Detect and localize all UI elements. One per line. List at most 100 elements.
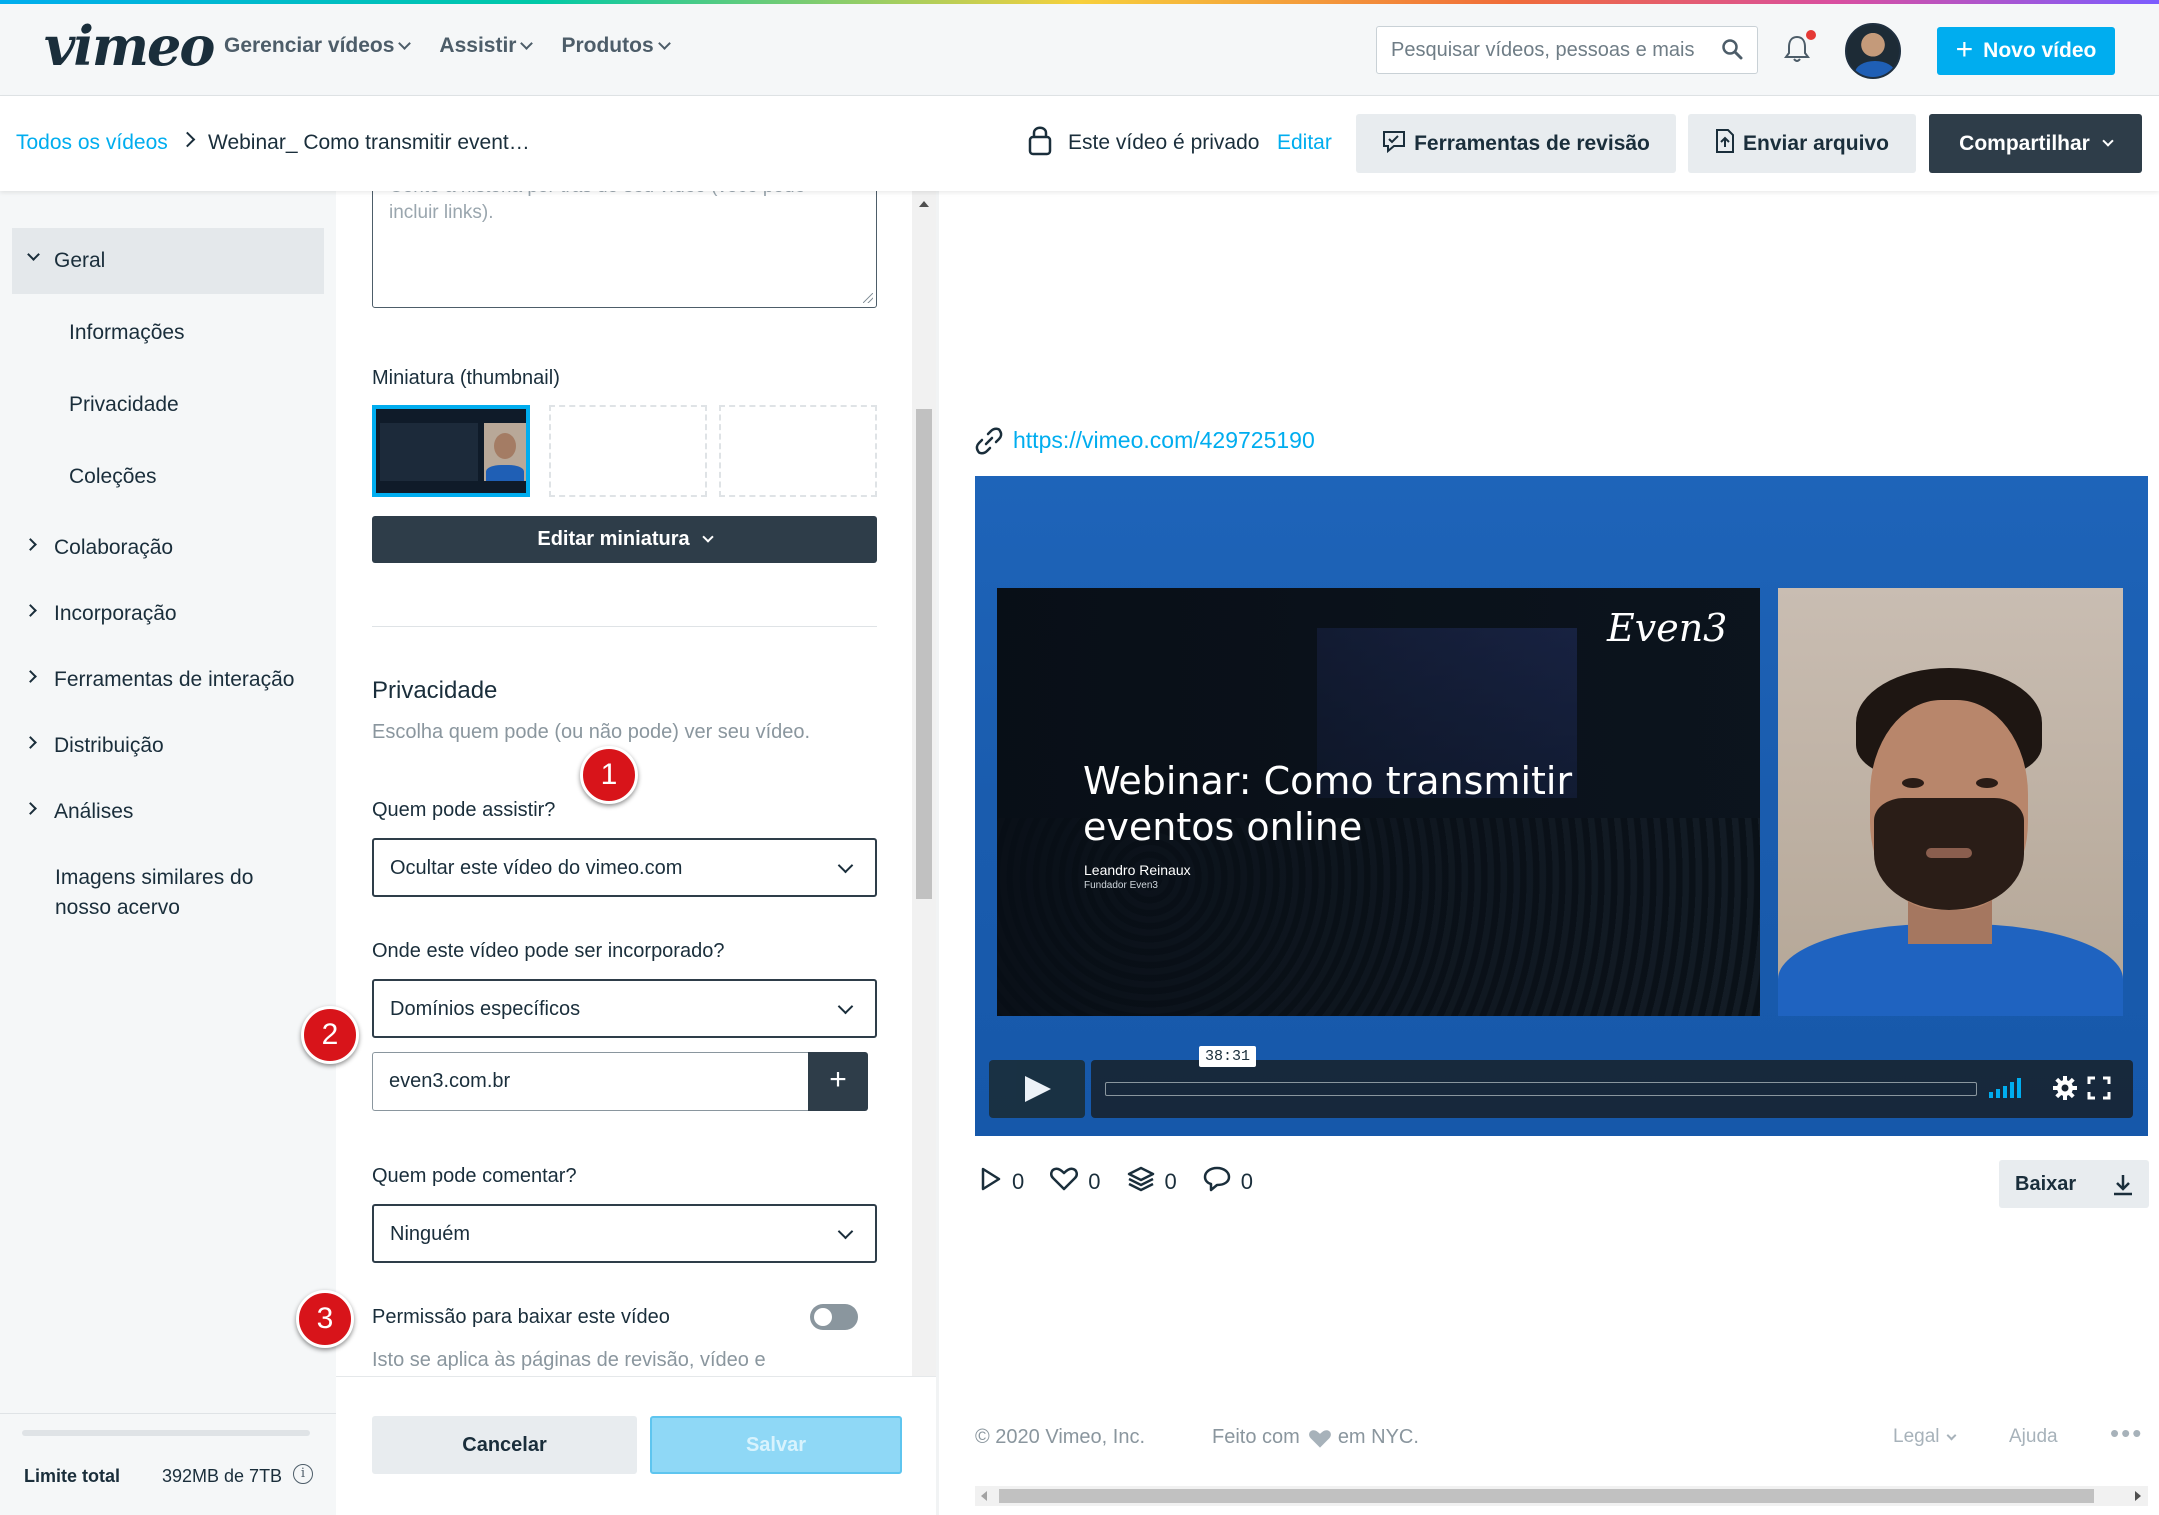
thumbnail-label: Miniatura (thumbnail) bbox=[372, 367, 560, 389]
cancel-button[interactable]: Cancelar bbox=[372, 1416, 637, 1474]
comment-select[interactable]: Ninguém bbox=[372, 1204, 877, 1263]
sidebar-item-stock-line2[interactable]: nosso acervo bbox=[55, 896, 180, 920]
share-button[interactable]: Compartilhar bbox=[1929, 114, 2142, 173]
heart-icon bbox=[1050, 1167, 1079, 1197]
chevron-right-icon bbox=[24, 538, 37, 551]
annotation-marker-1: 1 bbox=[580, 746, 638, 804]
info-icon[interactable]: i bbox=[293, 1464, 313, 1484]
chevron-right-icon bbox=[24, 802, 37, 815]
textarea-resize-handle[interactable] bbox=[863, 293, 873, 303]
comment-value: Ninguém bbox=[390, 1223, 471, 1245]
layers-icon bbox=[1127, 1166, 1155, 1198]
volume-icon[interactable] bbox=[1989, 1078, 2025, 1103]
scrollbar-thumb[interactable] bbox=[916, 409, 932, 899]
sidebar-item-info[interactable]: Informações bbox=[69, 321, 185, 345]
download-permission-note: Isto se aplica às páginas de revisão, ví… bbox=[372, 1349, 766, 1371]
new-video-button[interactable]: + Novo vídeo bbox=[1937, 27, 2115, 75]
upload-file-label: Enviar arquivo bbox=[1743, 131, 1889, 155]
description-textarea[interactable]: Conte a história por trás do seu vídeo (… bbox=[372, 191, 877, 308]
review-tools-label: Ferramentas de revisão bbox=[1414, 131, 1650, 155]
form-scrollbar[interactable] bbox=[912, 191, 936, 1376]
sidebar-item-stock-line1[interactable]: Imagens similares do bbox=[55, 866, 253, 890]
breadcrumb-all-videos[interactable]: Todos os vídeos bbox=[16, 131, 168, 155]
upload-file-icon bbox=[1715, 128, 1735, 160]
scroll-right-arrow-icon[interactable] bbox=[2135, 1491, 2141, 1501]
add-domain-button[interactable]: + bbox=[808, 1052, 868, 1111]
lock-icon bbox=[1028, 124, 1052, 161]
plays-stat: 0 bbox=[980, 1167, 1024, 1197]
sidebar-item-embed[interactable]: Incorporação bbox=[54, 602, 177, 626]
footer-legal-menu[interactable]: Legal bbox=[1893, 1426, 1956, 1448]
fullscreen-icon[interactable] bbox=[2087, 1076, 2111, 1105]
privacy-section-title: Privacidade bbox=[372, 677, 498, 704]
panel-divider bbox=[936, 191, 939, 1515]
thumbnail-face bbox=[494, 433, 516, 459]
nav-watch[interactable]: Assistir bbox=[439, 34, 534, 58]
settings-gear-icon[interactable] bbox=[2051, 1074, 2079, 1107]
play-button[interactable] bbox=[989, 1060, 1085, 1118]
notification-bell-icon[interactable] bbox=[1784, 34, 1810, 69]
sidebar-item-collections[interactable]: Coleções bbox=[69, 465, 157, 489]
download-permission-toggle[interactable] bbox=[810, 1304, 858, 1330]
user-avatar[interactable] bbox=[1845, 23, 1901, 79]
sidebar-item-interaction-tools[interactable]: Ferramentas de interação bbox=[54, 668, 294, 692]
scroll-up-arrow-icon[interactable] bbox=[919, 201, 929, 207]
storage-usage-bar bbox=[22, 1430, 310, 1436]
download-button[interactable]: Baixar bbox=[1999, 1160, 2149, 1208]
privacy-edit-link[interactable]: Editar bbox=[1277, 131, 1332, 155]
video-url-link[interactable]: https://vimeo.com/429725190 bbox=[1013, 427, 1315, 454]
footer-made-with: Feito com em NYC. bbox=[1212, 1426, 1419, 1449]
form-actions: Cancelar Salvar bbox=[336, 1376, 936, 1515]
scroll-left-arrow-icon[interactable] bbox=[981, 1491, 987, 1501]
thumbnail-empty-slot[interactable] bbox=[719, 405, 877, 497]
chevron-down-icon bbox=[837, 1223, 854, 1240]
player-controls: 38:31 bbox=[989, 1046, 2133, 1118]
edit-thumbnail-button[interactable]: Editar miniatura bbox=[372, 516, 877, 563]
video-player[interactable]: Even3 Webinar: Como transmitir eventos o… bbox=[975, 476, 2148, 1136]
search-icon[interactable] bbox=[1721, 38, 1743, 65]
horizontal-scrollbar[interactable] bbox=[975, 1486, 2148, 1506]
review-tools-button[interactable]: Ferramentas de revisão bbox=[1356, 114, 1676, 173]
chevron-down-icon bbox=[520, 37, 534, 50]
plays-count: 0 bbox=[1012, 1169, 1025, 1194]
vimeo-logo[interactable]: vimeo bbox=[44, 14, 215, 78]
chevron-down-icon bbox=[837, 998, 854, 1015]
settings-sidebar: Geral Informações Privacidade Coleções C… bbox=[0, 191, 336, 1515]
nav-products[interactable]: Produtos bbox=[561, 34, 671, 58]
comments-count: 0 bbox=[1240, 1169, 1253, 1194]
save-button[interactable]: Salvar bbox=[650, 1416, 902, 1474]
upload-file-button[interactable]: Enviar arquivo bbox=[1688, 114, 1916, 173]
sidebar-item-distribution[interactable]: Distribuição bbox=[54, 734, 164, 758]
sidebar-item-analytics[interactable]: Análises bbox=[54, 800, 133, 824]
heart-icon bbox=[1308, 1428, 1331, 1448]
presenter-mouth bbox=[1926, 848, 1972, 858]
search-input[interactable] bbox=[1377, 27, 1697, 73]
thumbnail-empty-slot[interactable] bbox=[549, 405, 707, 497]
footer-legal-label: Legal bbox=[1893, 1426, 1940, 1447]
embed-select[interactable]: Domínios específicos bbox=[372, 979, 877, 1038]
footer-help-link[interactable]: Ajuda bbox=[2009, 1426, 2058, 1448]
presenter-eye bbox=[1976, 778, 1998, 788]
sidebar-item-privacy[interactable]: Privacidade bbox=[69, 393, 179, 417]
nav-products-label: Produtos bbox=[561, 34, 654, 57]
video-subheader: Todos os vídeos Webinar_ Como transmitir… bbox=[0, 96, 2159, 191]
chevron-right-icon bbox=[24, 670, 37, 683]
section-divider bbox=[372, 626, 877, 627]
who-can-watch-select[interactable]: Ocultar este vídeo do vimeo.com bbox=[372, 838, 877, 897]
avatar-shirt bbox=[1855, 61, 1895, 77]
progress-bar[interactable] bbox=[1105, 1082, 1977, 1096]
slide-title: Webinar: Como transmitir eventos online bbox=[1083, 759, 1573, 849]
review-icon bbox=[1382, 129, 1406, 159]
horizontal-scrollbar-thumb[interactable] bbox=[999, 1489, 2094, 1503]
thumbnail-selected[interactable] bbox=[372, 405, 530, 497]
top-navigation-bar: vimeo Gerenciar vídeos Assistir Produtos… bbox=[0, 4, 2159, 96]
slide-presenter-role: Fundador Even3 bbox=[1084, 880, 1158, 891]
nav-manage-videos[interactable]: Gerenciar vídeos bbox=[224, 34, 412, 58]
comments-stat: 0 bbox=[1203, 1166, 1253, 1198]
thumbnail-slide bbox=[380, 423, 478, 481]
footer-copyright: © 2020 Vimeo, Inc. bbox=[975, 1426, 1146, 1448]
domain-input[interactable] bbox=[372, 1052, 808, 1111]
sidebar-item-collaboration[interactable]: Colaboração bbox=[54, 536, 173, 560]
thumbnail-shirt bbox=[486, 465, 524, 481]
more-options-icon[interactable]: ••• bbox=[2110, 1418, 2143, 1449]
